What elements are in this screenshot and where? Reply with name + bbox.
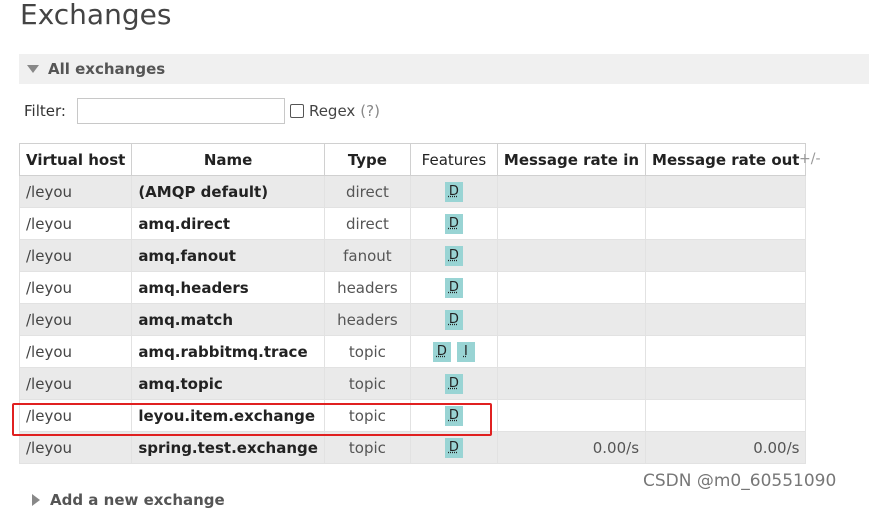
add-exchange-label: Add a new exchange <box>50 491 225 509</box>
exchange-name-link[interactable]: amq.headers <box>131 271 325 304</box>
vhost-cell: /leyou <box>18 431 133 464</box>
feature-tag: D <box>444 182 463 202</box>
type-cell: direct <box>323 207 411 240</box>
feature-tag: D <box>444 310 463 330</box>
vhost-cell: /leyou <box>18 239 133 272</box>
watermark: CSDN @m0_60551090 <box>643 471 837 491</box>
exchange-name-link[interactable]: leyou.item.exchange <box>131 399 325 432</box>
feature-tag: D <box>444 214 463 234</box>
feature-tag: D <box>444 374 463 394</box>
table-header-row: Virtual host Name Type Features Message … <box>18 143 807 176</box>
vhost-cell: /leyou <box>18 335 133 368</box>
column-header-message-rate-out[interactable]: Message rate out <box>645 143 807 176</box>
vhost-cell: /leyou <box>18 271 133 304</box>
rate-out-cell <box>645 207 807 240</box>
filter-input[interactable] <box>76 98 285 124</box>
table-row[interactable]: /leyou leyou.item.exchange topic D <box>18 399 807 432</box>
exchange-name-link[interactable]: amq.topic <box>131 367 325 400</box>
features-cell: D <box>409 431 498 464</box>
features-cell: D <box>409 271 498 304</box>
type-cell: topic <box>323 399 411 432</box>
column-header-name[interactable]: Name <box>131 143 325 176</box>
type-cell: topic <box>323 431 411 464</box>
vhost-cell: /leyou <box>18 207 133 240</box>
table-row[interactable]: /leyou (AMQP default) direct D <box>18 175 807 208</box>
rate-in-cell <box>496 303 647 336</box>
rate-in-cell <box>496 207 647 240</box>
rate-in-cell <box>496 175 647 208</box>
regex-help-link[interactable]: (?) <box>360 102 380 120</box>
all-exchanges-section-toggle[interactable]: All exchanges <box>19 54 869 84</box>
features-cell: D <box>409 399 498 432</box>
columns-toggle-button[interactable]: +/- <box>799 151 821 167</box>
vhost-cell: /leyou <box>18 303 133 336</box>
table-row[interactable]: /leyou amq.headers headers D <box>18 271 807 304</box>
rate-in-cell <box>496 399 647 432</box>
exchange-name-link[interactable]: amq.rabbitmq.trace <box>131 335 325 368</box>
features-cell: D <box>409 207 498 240</box>
rate-in-cell <box>496 271 647 304</box>
features-cell: D <box>409 175 498 208</box>
feature-tag: D <box>432 342 451 362</box>
rate-in-cell <box>496 335 647 368</box>
vhost-cell: /leyou <box>18 367 133 400</box>
features-cell: D <box>409 239 498 272</box>
table-row[interactable]: /leyou amq.topic topic D <box>18 367 807 400</box>
vhost-cell: /leyou <box>18 175 133 208</box>
feature-tag: D <box>444 406 463 426</box>
rate-out-cell <box>645 335 807 368</box>
add-exchange-section-toggle[interactable]: Add a new exchange <box>32 491 225 509</box>
table-row[interactable]: /leyou amq.direct direct D <box>18 207 807 240</box>
exchange-name-link[interactable]: amq.fanout <box>131 239 325 272</box>
filter-label: Filter: <box>24 102 66 120</box>
rate-out-cell <box>645 399 807 432</box>
feature-tag: D <box>444 246 463 266</box>
rate-in-cell <box>496 239 647 272</box>
page-title: Exchanges <box>20 0 172 31</box>
column-header-type[interactable]: Type <box>323 143 411 176</box>
rate-in-cell <box>496 367 647 400</box>
exchange-name-link[interactable]: amq.direct <box>131 207 325 240</box>
section-label: All exchanges <box>48 60 166 78</box>
features-cell: D <box>409 367 498 400</box>
expand-triangle-icon <box>32 494 40 506</box>
type-cell: headers <box>323 271 411 304</box>
table-row[interactable]: /leyou amq.match headers D <box>18 303 807 336</box>
type-cell: headers <box>323 303 411 336</box>
type-cell: direct <box>323 175 411 208</box>
features-cell: DI <box>409 335 498 368</box>
exchange-name-link[interactable]: (AMQP default) <box>131 175 325 208</box>
feature-tag: D <box>444 438 463 458</box>
exchange-name-link[interactable]: spring.test.exchange <box>131 431 325 464</box>
type-cell: topic <box>323 335 411 368</box>
table-row[interactable]: /leyou amq.fanout fanout D <box>18 239 807 272</box>
rate-in-cell: 0.00/s <box>496 431 647 464</box>
features-cell: D <box>409 303 498 336</box>
table-row[interactable]: /leyou amq.rabbitmq.trace topic D I <box>18 335 807 368</box>
rate-out-cell <box>645 175 807 208</box>
column-header-virtual-host[interactable]: Virtual host <box>18 143 133 176</box>
rate-out-cell <box>645 239 807 272</box>
column-header-message-rate-in[interactable]: Message rate in <box>496 143 647 176</box>
table-row[interactable]: /leyou spring.test.exchange topic D 0.00/s 0.… <box>18 431 807 464</box>
rate-out-cell <box>645 303 807 336</box>
type-cell: fanout <box>323 239 411 272</box>
exchange-name-link[interactable]: amq.match <box>131 303 325 336</box>
regex-label: Regex <box>308 102 356 120</box>
collapse-triangle-icon <box>27 65 39 73</box>
regex-checkbox[interactable] <box>289 104 304 118</box>
type-cell: topic <box>323 367 411 400</box>
rate-out-cell <box>645 367 807 400</box>
column-header-features: Features <box>409 143 498 176</box>
feature-tag: I <box>456 342 475 362</box>
filter-row: Filter: Regex (?) <box>24 97 380 125</box>
rate-out-cell: 0.00/s <box>645 431 807 464</box>
feature-tag: D <box>444 278 463 298</box>
exchanges-table: Virtual host Name Type Features Message … <box>18 143 807 464</box>
rate-out-cell <box>645 271 807 304</box>
vhost-cell: /leyou <box>18 399 133 432</box>
table-body: /leyou (AMQP default) direct D/leyou amq.dir… <box>18 175 807 464</box>
